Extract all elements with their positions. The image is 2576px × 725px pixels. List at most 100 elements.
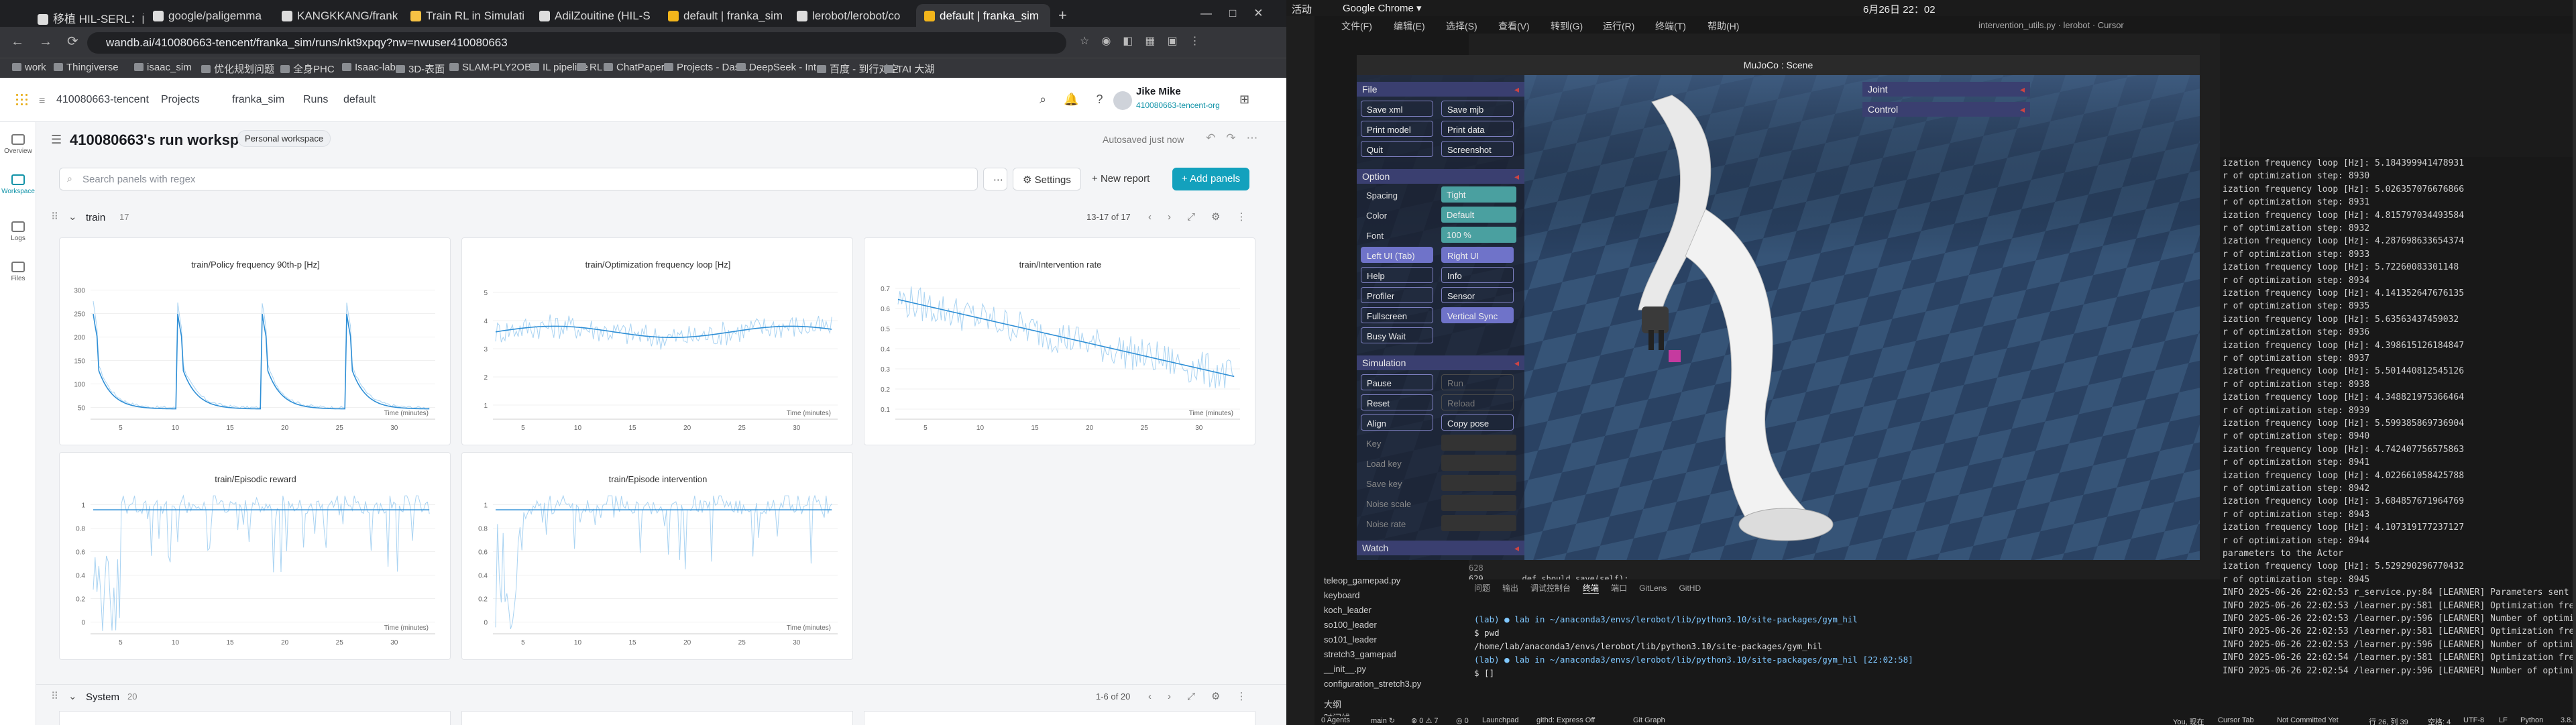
- bookmark-item[interactable]: Thingiverse: [54, 62, 119, 73]
- right-terminal[interactable]: ization frequency loop [Hz]: 5.184399941…: [2220, 157, 2576, 716]
- file-button[interactable]: Save mjb: [1441, 101, 1514, 117]
- nav-logs[interactable]: Logs: [0, 221, 36, 242]
- status-item[interactable]: ⊗ 0 ⚠ 7: [1411, 716, 1438, 725]
- new-tab-button[interactable]: +: [1058, 7, 1067, 24]
- status-item[interactable]: Not Committed Yet: [2277, 716, 2339, 724]
- option-button[interactable]: Profiler: [1361, 287, 1433, 303]
- status-item[interactable]: githd: Express Off: [1536, 716, 1595, 724]
- status-item[interactable]: Python: [2520, 716, 2543, 724]
- option-button[interactable]: Busy Wait: [1361, 327, 1433, 343]
- option-value[interactable]: Default: [1441, 207, 1516, 223]
- section-system-header[interactable]: ⠿ ⌄ System 20 1-6 of 20 ‹›⤢⚙⋮: [36, 684, 1286, 708]
- system-panel[interactable]: [59, 711, 451, 725]
- explorer-item[interactable]: stretch3_gamepad: [1324, 649, 1396, 659]
- explorer-item[interactable]: so100_leader: [1324, 620, 1377, 630]
- control-header[interactable]: Control ◂: [1862, 102, 2030, 117]
- breadcrumb-run[interactable]: default: [343, 94, 376, 106]
- browser-tab[interactable]: 移植 HIL-SERL：间距: [30, 4, 144, 27]
- section-train-header[interactable]: ⠿ ⌄ train 17 13-17 of 17 ‹›⤢⚙⋮: [36, 209, 1286, 233]
- browser-tab[interactable]: KANGKKANG/frank: [274, 4, 401, 27]
- explorer-item[interactable]: koch_leader: [1324, 605, 1371, 615]
- bookmark-item[interactable]: isaac_sim: [134, 62, 192, 73]
- simulation-button[interactable]: Align: [1361, 414, 1433, 431]
- watch-header[interactable]: Watch ◂: [1357, 541, 1524, 555]
- status-item[interactable]: ◎ 0: [1456, 716, 1469, 725]
- panel-tab[interactable]: GitLens: [1639, 583, 1667, 593]
- browser-tab[interactable]: lerobot/lerobot/co: [789, 4, 916, 27]
- explorer-item[interactable]: __init__.py: [1324, 664, 1366, 674]
- option-button[interactable]: Sensor: [1441, 287, 1514, 303]
- system-panel[interactable]: [461, 711, 853, 725]
- section-controls[interactable]: ‹›⤢⚙⋮: [1148, 690, 1262, 702]
- simulation-field[interactable]: [1441, 515, 1516, 531]
- bookmark-item[interactable]: work: [12, 62, 46, 73]
- bookmark-item[interactable]: Isaac-lab: [342, 62, 396, 73]
- status-item[interactable]: Launchpad: [1482, 716, 1518, 724]
- nav-files[interactable]: Files: [0, 262, 36, 282]
- file-button[interactable]: Print data: [1441, 121, 1514, 137]
- status-item[interactable]: 空格: 4: [2428, 716, 2451, 725]
- more-button[interactable]: ⋯: [983, 168, 1007, 190]
- editor-menu-item[interactable]: 终端(T): [1655, 19, 1686, 33]
- panel-tab[interactable]: 输出: [1502, 583, 1518, 593]
- chevron-down-icon[interactable]: ⌄: [68, 690, 77, 702]
- file-button[interactable]: Save xml: [1361, 101, 1433, 117]
- editor-menu-item[interactable]: 帮助(H): [1707, 19, 1739, 33]
- browser-tab-active[interactable]: default | franka_sim: [916, 4, 1050, 27]
- option-button[interactable]: Fullscreen: [1361, 307, 1433, 323]
- explorer-item[interactable]: so101_leader: [1324, 634, 1377, 645]
- file-button[interactable]: Print model: [1361, 121, 1433, 137]
- simulation-field[interactable]: [1441, 435, 1516, 451]
- simulation-header[interactable]: Simulation ◂: [1357, 355, 1524, 370]
- simulation-button[interactable]: Reset: [1361, 394, 1433, 410]
- breadcrumb-org[interactable]: 410080663-tencent: [56, 94, 149, 106]
- workspace-badge[interactable]: Personal workspace: [237, 130, 331, 147]
- simulation-field[interactable]: [1441, 475, 1516, 491]
- browser-tab[interactable]: Train RL in Simulati: [402, 4, 530, 27]
- file-header[interactable]: File ◂: [1357, 82, 1524, 97]
- panel-tab[interactable]: 问题: [1474, 583, 1490, 593]
- wandb-logo[interactable]: [15, 93, 28, 106]
- option-value[interactable]: 100 %: [1441, 227, 1516, 243]
- status-item[interactable]: main ↻: [1371, 716, 1395, 725]
- simulation-field[interactable]: [1441, 495, 1516, 511]
- system-panel[interactable]: [864, 711, 1255, 725]
- collapse-icon[interactable]: ◂: [1514, 543, 1519, 554]
- panel-tab[interactable]: 终端: [1583, 583, 1600, 594]
- panel-search-input[interactable]: Search panels with regex: [59, 168, 978, 190]
- explorer-item[interactable]: teleop_gamepad.py: [1324, 575, 1400, 585]
- browser-tab[interactable]: google/paligemma: [145, 4, 272, 27]
- nav-buttons[interactable]: ←→⟳: [11, 33, 93, 50]
- bookmark-item[interactable]: RL: [577, 62, 602, 73]
- bookmark-item[interactable]: ChatPaper: [604, 62, 665, 73]
- file-button[interactable]: Screenshot: [1441, 141, 1514, 157]
- bookmark-item[interactable]: 优化规划问题: [201, 62, 274, 76]
- explorer-item[interactable]: keyboard: [1324, 590, 1359, 600]
- status-item[interactable]: 行 26, 列 39: [2369, 716, 2408, 725]
- status-item[interactable]: LF: [2499, 716, 2508, 724]
- status-item[interactable]: UTF-8: [2463, 716, 2484, 724]
- extension-icons[interactable]: ☆◉◧▦▣⋮: [1080, 34, 1213, 48]
- header-icons[interactable]: ⌕🔔?: [1040, 93, 1121, 107]
- editor-menu-item[interactable]: 转到(G): [1551, 19, 1583, 33]
- activities-button[interactable]: 活动: [1292, 2, 1312, 16]
- url-field[interactable]: wandb.ai/410080663-tencent/franka_sim/ru…: [87, 32, 1066, 54]
- chart-panel[interactable]: train/Episode intervention 0 0.2 0.4 0.6 0.8 1…: [461, 452, 853, 660]
- option-value[interactable]: Tight: [1441, 186, 1516, 203]
- panel-tab[interactable]: 调试控制台: [1530, 583, 1571, 593]
- option-header[interactable]: Option ◂: [1357, 169, 1524, 184]
- breadcrumb-projects[interactable]: Projects: [161, 94, 200, 106]
- section-controls[interactable]: ‹›⤢⚙⋮: [1148, 211, 1262, 223]
- chart-panel[interactable]: train/Episodic reward 0 0.2 0.4 0.6 0.8 1 5 10 15…: [59, 452, 451, 660]
- chevron-down-icon[interactable]: ⌄: [68, 211, 77, 223]
- editor-menu-item[interactable]: 运行(R): [1603, 19, 1634, 33]
- apps-icon[interactable]: ⊞: [1239, 93, 1249, 107]
- option-button[interactable]: Right UI: [1441, 247, 1514, 263]
- editor-menu-item[interactable]: 选择(S): [1446, 19, 1477, 33]
- collapse-icon[interactable]: ◂: [1514, 171, 1519, 182]
- nav-overview[interactable]: Overview: [0, 134, 36, 155]
- nav-workspace[interactable]: Workspace: [0, 174, 36, 195]
- clock[interactable]: 6月26日 22：02: [1863, 2, 1936, 16]
- simulation-button[interactable]: Copy pose: [1441, 414, 1514, 431]
- editor-menu-item[interactable]: 文件(F): [1341, 19, 1372, 33]
